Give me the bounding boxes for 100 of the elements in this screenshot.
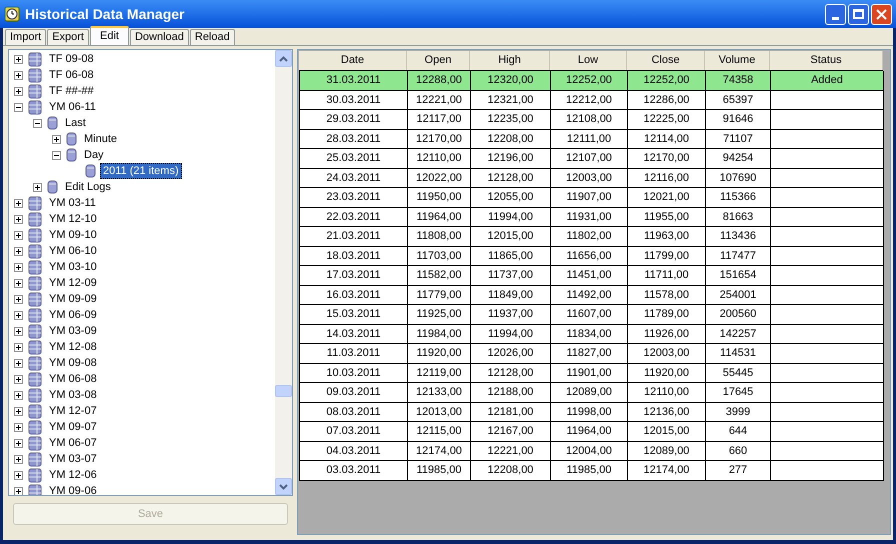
tree-item[interactable]: YM 12-10 — [46, 211, 100, 227]
expand-icon[interactable] — [14, 342, 23, 352]
expand-icon[interactable] — [14, 294, 23, 304]
table-row[interactable]: 09.03.2011 12133,00 12188,00 12089,00 12110,00 17645 — [300, 383, 883, 402]
tree-item[interactable]: YM 09-07 — [46, 419, 100, 435]
expand-icon[interactable] — [33, 182, 42, 192]
expand-icon[interactable] — [14, 86, 23, 96]
table-row[interactable]: 29.03.2011 12117,00 12235,00 12108,00 12225,00 91646 — [300, 110, 883, 130]
tree-item[interactable]: YM 03-09 — [46, 323, 100, 339]
table-row[interactable]: 08.03.2011 12013,00 12181,00 11998,00 12136,00 3999 — [300, 402, 883, 422]
tree-item[interactable]: TF ##-## — [46, 83, 97, 99]
tree-item[interactable]: YM 06-11 — [46, 99, 99, 115]
expand-icon[interactable] — [14, 438, 23, 448]
table-row[interactable]: 25.03.2011 12110,00 12196,00 12107,00 12170,00 94254 — [300, 149, 883, 168]
tree-item[interactable]: YM 03-08 — [46, 387, 100, 403]
tree-item[interactable]: Minute — [81, 131, 120, 147]
tree-item[interactable]: TF 06-08 — [46, 67, 97, 83]
expand-icon[interactable] — [14, 54, 23, 64]
expand-icon[interactable] — [14, 454, 23, 464]
column-header[interactable]: Close — [627, 51, 705, 70]
table-row[interactable]: 17.03.2011 11582,00 11737,00 11451,00 11711,00 151654 — [300, 266, 883, 286]
tree-item[interactable]: Day — [81, 147, 107, 163]
expand-icon[interactable] — [14, 470, 23, 480]
minimize-button[interactable] — [825, 4, 846, 24]
expand-icon[interactable] — [14, 390, 23, 400]
table-row[interactable]: 21.03.2011 11808,00 12015,00 11802,00 11963,00 113436 — [300, 227, 883, 246]
table-row[interactable]: 14.03.2011 11984,00 11994,00 11834,00 11926,00 142257 — [300, 324, 883, 344]
tree-item[interactable]: YM 09-08 — [46, 355, 100, 371]
table-row[interactable]: 23.03.2011 11950,00 12055,00 11907,00 12021,00 115366 — [300, 188, 883, 208]
expand-icon[interactable] — [14, 214, 23, 224]
expand-icon[interactable] — [14, 486, 23, 495]
table-row[interactable]: 04.03.2011 12174,00 12221,00 12004,00 12089,00 660 — [300, 442, 883, 461]
tree-item[interactable]: YM 12-08 — [46, 339, 100, 355]
expand-icon[interactable] — [14, 406, 23, 416]
expand-icon[interactable] — [14, 374, 23, 384]
column-header[interactable]: Low — [550, 51, 627, 70]
table-row[interactable]: 10.03.2011 12119,00 12128,00 11901,00 11920,00 55445 — [300, 364, 883, 383]
tab[interactable]: Import — [5, 29, 46, 45]
tree-item[interactable]: YM 06-08 — [46, 371, 100, 387]
tab[interactable]: Reload — [190, 29, 235, 45]
tree-item[interactable]: YM 06-09 — [46, 307, 100, 323]
tree-item[interactable]: 2011 (21 items) — [100, 163, 182, 179]
tree-item[interactable]: YM 09-09 — [46, 291, 100, 307]
table-row[interactable]: 11.03.2011 11920,00 12026,00 11827,00 12003,00 114531 — [300, 344, 883, 364]
table-cell-text: 12110,00 — [644, 385, 690, 400]
column-header[interactable]: Volume — [705, 51, 770, 70]
tree-item[interactable]: YM 12-09 — [46, 275, 100, 291]
table-row[interactable]: 18.03.2011 11703,00 11865,00 11656,00 11799,00 117477 — [300, 246, 883, 266]
table-row[interactable]: 31.03.2011 12288,00 12320,00 12252,00 12252,00 74358 Added — [300, 71, 883, 90]
expand-icon[interactable] — [52, 134, 61, 144]
expand-icon[interactable] — [14, 246, 23, 256]
collapse-icon[interactable] — [33, 118, 42, 128]
collapse-icon[interactable] — [14, 102, 23, 112]
tree-item[interactable]: YM 03-11 — [46, 195, 99, 211]
tree-item[interactable]: TF 09-08 — [46, 51, 97, 67]
table-row[interactable]: 22.03.2011 11964,00 11994,00 11931,00 11955,00 81663 — [300, 208, 883, 227]
column-header[interactable]: High — [470, 51, 550, 70]
tree-item[interactable]: YM 09-06 — [46, 483, 100, 495]
maximize-button[interactable] — [848, 4, 869, 24]
tree-item[interactable]: Edit Logs — [62, 179, 114, 195]
table-cell-text: 11578,00 — [644, 288, 690, 302]
tree-item[interactable]: Last — [62, 115, 89, 131]
table-row[interactable]: 07.03.2011 12115,00 12167,00 11964,00 12015,00 644 — [300, 422, 883, 442]
expand-icon[interactable] — [14, 198, 23, 208]
tree-item[interactable]: YM 12-06 — [46, 467, 100, 483]
tree-item[interactable]: YM 03-07 — [46, 451, 100, 467]
table-row[interactable]: 28.03.2011 12170,00 12208,00 12111,00 12114,00 71107 — [300, 130, 883, 149]
expand-icon[interactable] — [14, 310, 23, 320]
tree-item[interactable]: YM 03-10 — [46, 259, 100, 275]
column-header[interactable]: Status — [770, 51, 883, 70]
tab[interactable]: Export — [47, 29, 89, 45]
table-row[interactable]: 30.03.2011 12221,00 12321,00 12212,00 12286,00 65397 — [300, 90, 883, 110]
table-row[interactable]: 24.03.2011 12022,00 12128,00 12003,00 12116,00 107690 — [300, 168, 883, 188]
expand-icon[interactable] — [14, 278, 23, 288]
tree-item[interactable]: YM 12-07 — [46, 403, 100, 419]
expand-icon[interactable] — [14, 230, 23, 240]
table-cell-text: 12196,00 — [488, 151, 534, 166]
scroll-up-button[interactable] — [275, 50, 292, 67]
expand-icon[interactable] — [14, 326, 23, 336]
table-row[interactable]: 15.03.2011 11925,00 11937,00 11607,00 11789,00 200560 — [300, 305, 883, 324]
scrollbar[interactable] — [275, 50, 292, 495]
expand-icon[interactable] — [14, 70, 23, 80]
column-header[interactable]: Open — [407, 51, 470, 70]
table-cell-text: 11926,00 — [644, 326, 690, 342]
tree-item[interactable]: YM 09-10 — [46, 227, 100, 243]
tree-item[interactable]: YM 06-07 — [46, 435, 100, 451]
table-row[interactable]: 03.03.2011 11985,00 12208,00 11985,00 12174,00 277 — [300, 461, 883, 480]
collapse-icon[interactable] — [52, 150, 61, 160]
tab[interactable]: Download — [130, 29, 189, 45]
table-cell-text: 12181,00 — [488, 404, 534, 420]
column-header[interactable]: Date — [299, 51, 407, 70]
scroll-down-button[interactable] — [275, 478, 292, 495]
expand-icon[interactable] — [14, 262, 23, 272]
close-button[interactable] — [871, 4, 892, 24]
expand-icon[interactable] — [14, 358, 23, 368]
expand-icon[interactable] — [14, 422, 23, 432]
tab[interactable]: Edit — [90, 26, 129, 45]
tree-item[interactable]: YM 06-10 — [46, 243, 100, 259]
table-row[interactable]: 16.03.2011 11779,00 11849,00 11492,00 11578,00 254001 — [300, 286, 883, 305]
scroll-thumb[interactable] — [275, 385, 292, 397]
